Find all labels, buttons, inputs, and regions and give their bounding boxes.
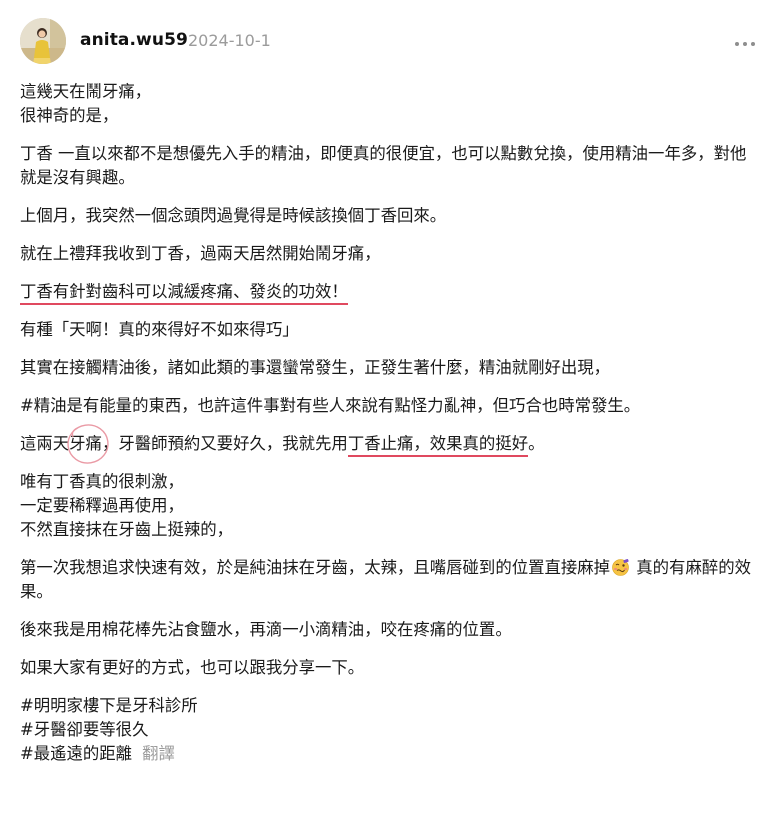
underlined-highlight: 丁香有針對齒科可以減緩疼痛、發炎的功效！ xyxy=(20,282,348,305)
text-segment: ，牙醫師預約又要好久，我就先用 xyxy=(101,434,348,453)
paragraph: 其實在接觸精油後，諸如此類的事還蠻常發生，正發生著什麼，精油就剛好出現， xyxy=(20,358,611,377)
underlined-highlight: 丁香止痛，效果真的挺好 xyxy=(347,434,529,457)
paragraph: 上個月，我突然一個念頭閃過覺得是時候該換個丁香回來。 xyxy=(20,206,447,225)
paragraph: 丁香 一直以來都不是想優先入手的精油，即便真的很便宜，也可以點數兌換，使用精油一… xyxy=(20,144,747,187)
hashtag-link[interactable]: #最遙遠的距離 xyxy=(20,744,132,763)
paragraph: 丁香有針對齒科可以減緩疼痛、發炎的功效！ xyxy=(20,280,762,305)
post-date[interactable]: 2024-10-1 xyxy=(188,31,271,50)
hashtag-link[interactable]: #牙醫卻要等很久 xyxy=(20,718,762,742)
more-horizontal-icon[interactable] xyxy=(734,34,756,46)
circled-word: 牙痛 xyxy=(69,434,102,453)
paragraph: 有種「天啊！真的來得好不如來得巧」 xyxy=(20,320,299,339)
circled-text: 牙痛 xyxy=(67,424,109,464)
paragraph: 這兩天牙痛 ，牙醫師預約又要好久，我就先用丁香止痛，效果真的挺好。 xyxy=(20,424,762,464)
text-segment: 第一次我想追求快速有效，於是純油抹在牙齒，太辣，且嘴唇碰到的位置直接麻掉 xyxy=(20,558,611,577)
post-body: 這幾天在鬧牙痛， 很神奇的是， 丁香 一直以來都不是想優先入手的精油，即便真的很… xyxy=(20,80,762,780)
paragraph: 後來我是用棉花棒先沾食鹽水，再滴一小滴精油，咬在疼痛的位置。 xyxy=(20,620,512,639)
text-line: 不然直接抹在牙齒上挺辣的， xyxy=(20,520,234,539)
paragraph: 第一次我想追求快速有效，於是純油抹在牙齒，太辣，且嘴唇碰到的位置直接麻掉 真的有… xyxy=(20,556,762,604)
paragraph: 這幾天在鬧牙痛， 很神奇的是， xyxy=(20,80,762,128)
text-line: 一定要稀釋過再使用， xyxy=(20,496,184,515)
avatar[interactable] xyxy=(20,18,66,64)
text-segment: 。 xyxy=(528,434,545,453)
paragraph: 就在上禮拜我收到丁香，過兩天居然開始鬧牙痛， xyxy=(20,244,381,263)
woozy-face-emoji-icon xyxy=(612,559,629,576)
paragraph: 如果大家有更好的方式，也可以跟我分享一下。 xyxy=(20,658,365,677)
hashtag-link[interactable]: #明明家樓下是牙科診所 xyxy=(20,694,762,718)
hashtag-list: #明明家樓下是牙科診所 #牙醫卻要等很久 #最遙遠的距離 翻譯 xyxy=(20,694,762,766)
hashtag-paragraph: #精油是有能量的東西，也許這件事對有些人來說有點怪力亂神，但巧合也時常發生。 xyxy=(20,396,641,415)
paragraph: 唯有丁香真的很刺激， 一定要稀釋過再使用， 不然直接抹在牙齒上挺辣的， xyxy=(20,470,762,542)
author-username[interactable]: anita.wu59 xyxy=(80,30,188,50)
text-line: 很神奇的是， xyxy=(20,106,119,125)
text-line: 這幾天在鬧牙痛， xyxy=(20,82,152,101)
text-segment: 這兩天 xyxy=(20,434,70,453)
post-header: anita.wu59 2024-10-1 xyxy=(20,16,760,66)
text-line: 唯有丁香真的很刺激， xyxy=(20,472,184,491)
avatar-image xyxy=(20,18,66,64)
translate-link[interactable]: 翻譯 xyxy=(142,744,175,763)
